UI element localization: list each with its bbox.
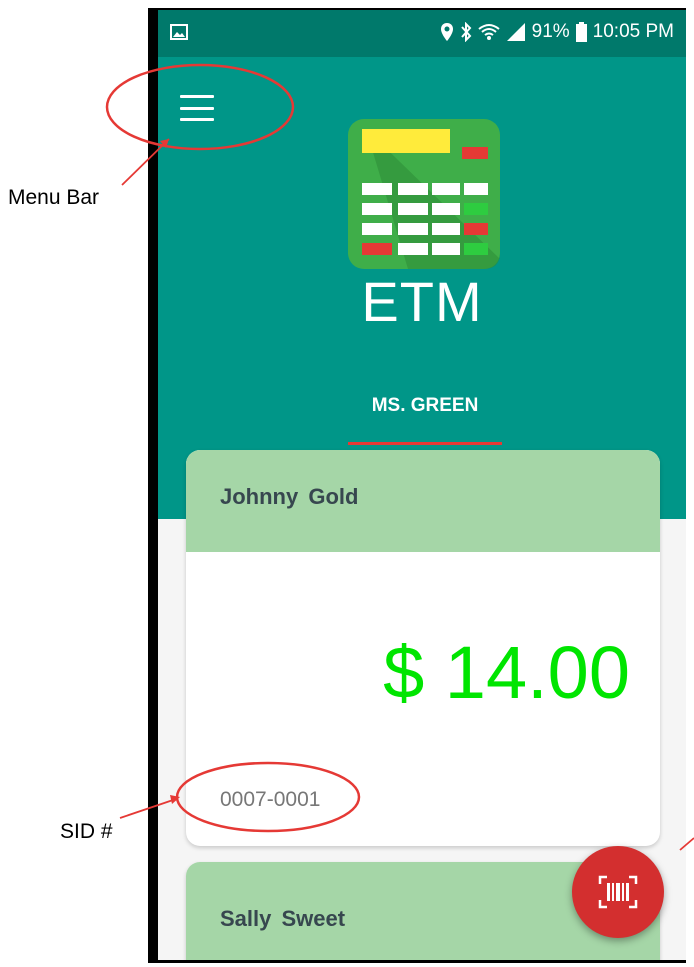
student-sid: 0007-0001	[220, 788, 321, 811]
sid-annotation-label: SID #	[60, 820, 113, 843]
location-icon	[440, 23, 453, 41]
status-icons: 91% 10:05 PM	[440, 21, 674, 43]
battery-percent: 91%	[531, 21, 570, 42]
student-name: Johnny Gold	[220, 484, 359, 509]
battery-icon	[575, 22, 587, 42]
student-card-header: Johnny Gold	[186, 450, 660, 552]
bluetooth-icon	[460, 22, 472, 42]
student-card[interactable]: Johnny Gold $ 14.00 0007-0001	[186, 450, 660, 846]
tab-label: MS. GREEN	[371, 395, 479, 416]
gallery-notification-icon	[170, 24, 188, 40]
menu-icon[interactable]	[180, 95, 214, 121]
wifi-icon	[478, 24, 500, 40]
student-balance: $ 14.00	[383, 631, 630, 714]
phone-frame: 91% 10:05 PM ETM MS. GREEN Johnny Gold $…	[148, 8, 686, 963]
signal-icon	[506, 23, 525, 41]
app-screen: 91% 10:05 PM ETM MS. GREEN Johnny Gold $…	[158, 10, 686, 960]
barcode-scan-icon	[598, 875, 638, 909]
tab-active-indicator	[348, 442, 502, 445]
app-logo	[348, 119, 500, 269]
app-title: ETM	[361, 270, 483, 333]
menu-bar-annotation-label: Menu Bar	[8, 186, 100, 209]
tab-ms-green[interactable]: MS. GREEN	[348, 395, 502, 445]
status-time: 10:05 PM	[592, 21, 674, 42]
scan-barcode-button[interactable]	[572, 846, 664, 938]
student-name: Sally Sweet	[220, 906, 346, 931]
status-bar: 91% 10:05 PM	[158, 10, 686, 57]
